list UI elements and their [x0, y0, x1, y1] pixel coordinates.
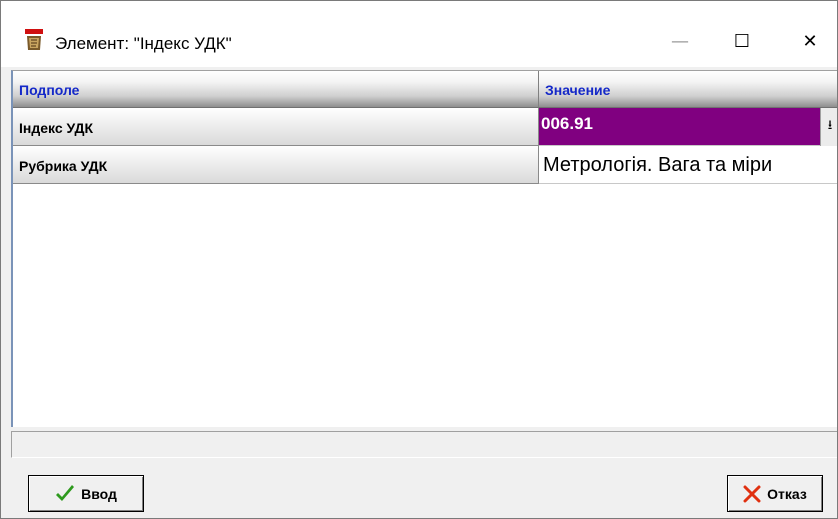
- table-row-field-cell[interactable]: Рубрика УДК: [13, 146, 539, 184]
- enter-button[interactable]: Ввод: [28, 475, 144, 512]
- title-bar[interactable]: Элемент: "Індекс УДК" — ☐ ✕: [1, 1, 837, 67]
- value-text: Метрологія. Вага та міри: [543, 154, 773, 176]
- dropdown-arrow-icon: ⭳: [827, 118, 833, 133]
- dialog-window: Элемент: "Індекс УДК" — ☐ ✕ Подполе Знач…: [0, 0, 838, 519]
- close-icon: ✕: [802, 30, 818, 52]
- close-button[interactable]: ✕: [787, 21, 833, 61]
- value-cell[interactable]: Метрологія. Вага та міри: [539, 146, 837, 184]
- maximize-button[interactable]: ☐: [719, 21, 765, 61]
- column-header-value[interactable]: Значение: [539, 71, 837, 108]
- field-name: Індекс УДК: [19, 120, 94, 136]
- column-header-label: Значение: [545, 82, 611, 98]
- column-header-label: Подполе: [19, 82, 80, 98]
- value-input[interactable]: 006.91: [541, 114, 593, 134]
- enter-button-label: Ввод: [81, 485, 117, 502]
- value-cell-selected[interactable]: 006.91: [539, 108, 820, 146]
- maximize-icon: ☐: [733, 30, 751, 52]
- dropdown-button[interactable]: ⭳: [820, 108, 837, 146]
- x-mark-icon: [743, 485, 761, 502]
- subfield-grid[interactable]: Подполе Значение Індекс УДК 006.91 ⭳ Руб…: [11, 70, 837, 427]
- cancel-button-label: Отказ: [767, 485, 807, 502]
- cancel-button[interactable]: Отказ: [727, 475, 823, 512]
- minimize-icon: —: [671, 30, 689, 52]
- column-header-subfield[interactable]: Подполе: [13, 71, 539, 108]
- field-name: Рубрика УДК: [19, 158, 108, 174]
- checkmark-icon: [56, 484, 75, 501]
- minimize-button[interactable]: —: [657, 21, 703, 61]
- status-bar: [11, 431, 837, 458]
- table-row-field-cell[interactable]: Індекс УДК: [13, 108, 539, 146]
- irbis-app-icon: [25, 29, 43, 50]
- window-title: Элемент: "Індекс УДК": [55, 34, 232, 53]
